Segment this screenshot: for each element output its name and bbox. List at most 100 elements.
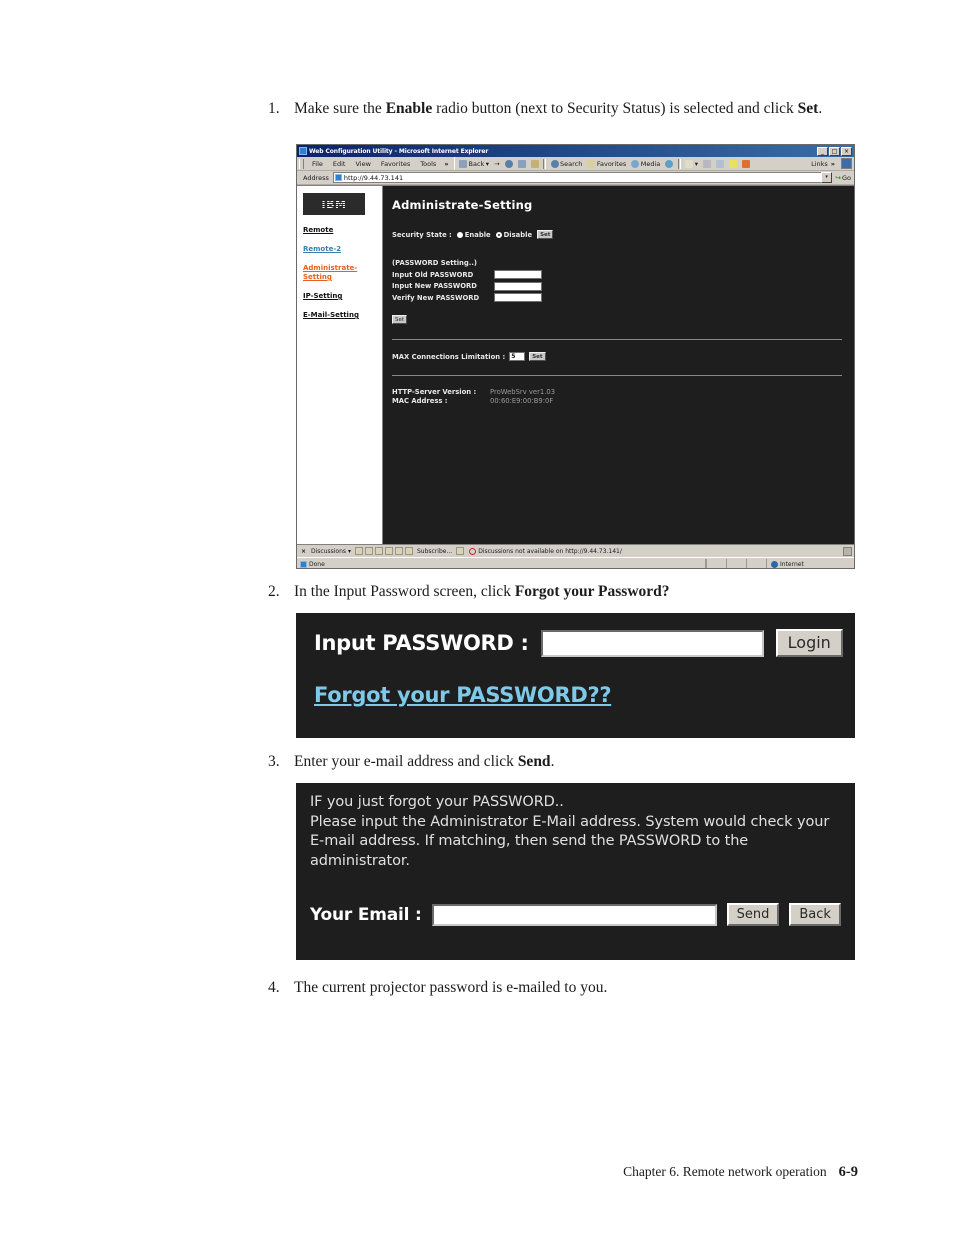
next-discussion-icon[interactable]: [384, 547, 393, 555]
step-1-text: Make sure the Enable radio button (next …: [294, 99, 839, 118]
input-new-password-field[interactable]: [494, 281, 542, 291]
edit-button[interactable]: [714, 159, 727, 168]
divider-1: [392, 339, 842, 340]
email-input[interactable]: [431, 903, 717, 926]
step-1: 1. Make sure the Enable radio button (ne…: [268, 99, 839, 118]
discussions-menu-button[interactable]: Discussions ▾: [308, 548, 354, 555]
go-button-label: Go: [841, 173, 851, 182]
discussions-status-text: Discussions not available on http://9.44…: [478, 547, 622, 555]
radio-enable[interactable]: Enable: [456, 231, 491, 239]
close-button[interactable]: ×: [841, 146, 852, 156]
back-button-label: Back: [468, 159, 485, 168]
forward-button[interactable]: →: [492, 160, 502, 168]
favorites-button[interactable]: Favorites: [585, 159, 629, 168]
insert-discussion-icon[interactable]: [354, 547, 363, 555]
login-button[interactable]: Login: [775, 629, 843, 657]
forgot-password-link[interactable]: Forgot your PASSWORD??: [314, 683, 612, 707]
links-overflow-chevron-icon[interactable]: »: [828, 160, 838, 168]
stop-button[interactable]: [502, 159, 515, 168]
back-dropdown-caret-icon[interactable]: ▾: [486, 160, 489, 168]
minimize-button[interactable]: _: [817, 146, 828, 156]
password-row-old: Input Old PASSWORD: [392, 270, 842, 279]
insert-inline-discussion-icon[interactable]: [364, 547, 373, 555]
history-button[interactable]: [663, 159, 676, 168]
refresh-button[interactable]: [515, 159, 528, 168]
search-button-label: Search: [560, 159, 583, 168]
home-button[interactable]: [528, 159, 541, 168]
security-zone-label: Internet: [780, 560, 804, 568]
menu-grip-handle[interactable]: [299, 158, 304, 169]
menu-item-favorites[interactable]: Favorites: [376, 160, 415, 168]
step-3-part-0: Enter your e-mail address and click: [294, 753, 518, 770]
page-favicon-icon: [334, 174, 342, 181]
ie-logo-icon: [299, 147, 307, 155]
forward-arrow-icon: →: [494, 159, 500, 168]
menu-item-edit[interactable]: Edit: [328, 160, 351, 168]
menu-item-file[interactable]: File: [307, 160, 328, 168]
input-password-label: Input PASSWORD :: [314, 631, 529, 655]
menu-item-view[interactable]: View: [350, 160, 375, 168]
send-button[interactable]: Send: [726, 903, 780, 926]
address-label: Address: [303, 173, 329, 182]
footer-chapter-text: Chapter 6. Remote network operation: [623, 1164, 827, 1179]
max-connections-input[interactable]: 5: [509, 352, 526, 361]
discussions-caret-icon: ▾: [347, 547, 351, 555]
instructions-line-1: IF you just forgot your PASSWORD..: [310, 794, 564, 810]
sidebar-item-administrate-setting[interactable]: Administrate-Setting: [303, 264, 382, 282]
media-icon: [631, 159, 640, 168]
subscribe-button[interactable]: Subscribe...: [414, 548, 455, 555]
menu-overflow-chevron-icon[interactable]: »: [441, 160, 451, 168]
security-set-button[interactable]: Set: [537, 230, 554, 239]
favorites-star-icon: [587, 159, 596, 168]
page-sidebar: IBM Remote Remote-2 Administrate-Setting…: [297, 186, 383, 544]
page-footer: Chapter 6. Remote network operation 6-9: [0, 1164, 954, 1181]
radio-disable[interactable]: Disable: [495, 230, 533, 239]
discussions-close-icon[interactable]: ×: [299, 548, 308, 555]
previous-discussion-icon[interactable]: [374, 547, 383, 555]
mail-button[interactable]: ▾: [683, 159, 701, 168]
discuss-button[interactable]: [727, 159, 740, 168]
discuss-icon: [729, 159, 738, 168]
search-button[interactable]: Search: [548, 159, 585, 168]
menu-item-tools[interactable]: Tools: [415, 160, 441, 168]
input-password-row: Input PASSWORD : Login: [314, 629, 855, 657]
back-button[interactable]: Back ▾: [457, 159, 492, 168]
back-button[interactable]: Back: [789, 903, 841, 926]
media-button[interactable]: Media: [629, 159, 663, 168]
max-connections-set-button[interactable]: Set: [529, 352, 546, 361]
sidebar-item-remote[interactable]: Remote: [303, 226, 382, 235]
discussions-server-icon[interactable]: [843, 546, 852, 556]
mac-address-row: MAC Address : 00:60:E9:00:B9:0F: [392, 397, 842, 405]
media-button-label: Media: [640, 159, 661, 168]
show-discussions-icon[interactable]: [394, 547, 403, 555]
step-4-text: The current projector password is e-mail…: [294, 979, 608, 996]
address-dropdown-chevron-icon[interactable]: ▾: [821, 172, 833, 183]
step-2-number: 2.: [268, 583, 280, 600]
input-old-password-field[interactable]: [494, 270, 542, 279]
links-label[interactable]: Links: [811, 160, 828, 168]
radio-disable-label: Disable: [503, 230, 533, 239]
sidebar-item-ip-setting[interactable]: IP-Setting: [303, 292, 382, 301]
mail-dropdown-caret-icon[interactable]: ▾: [695, 160, 698, 168]
verify-new-password-field[interactable]: [494, 293, 542, 302]
print-icon: [703, 159, 712, 168]
discussion-options-icon[interactable]: [456, 547, 465, 555]
sidebar-item-e-mail-setting[interactable]: E-Mail-Setting: [303, 311, 382, 320]
messenger-button[interactable]: [740, 159, 753, 168]
restore-button[interactable]: □: [829, 146, 840, 156]
step-1-number: 1.: [268, 100, 280, 117]
print-button[interactable]: [701, 159, 714, 168]
address-input[interactable]: http://9.44.73.141: [332, 172, 822, 183]
go-arrow-icon: ↪: [835, 173, 841, 182]
refresh-discussions-icon[interactable]: [404, 547, 413, 555]
sidebar-item-remote-2[interactable]: Remote-2: [303, 245, 382, 254]
password-set-row: Set: [392, 306, 842, 325]
http-server-version-value: ProWebSrv ver1.03: [490, 388, 556, 396]
step-1-part-1: Enable: [385, 100, 433, 117]
ie-brand-icon: [841, 158, 852, 169]
password-input[interactable]: [540, 629, 764, 657]
go-button[interactable]: ↪ Go: [832, 174, 854, 182]
mail-icon: [685, 159, 694, 168]
your-email-label: Your Email :: [310, 904, 422, 925]
password-set-button[interactable]: Set: [392, 315, 408, 324]
